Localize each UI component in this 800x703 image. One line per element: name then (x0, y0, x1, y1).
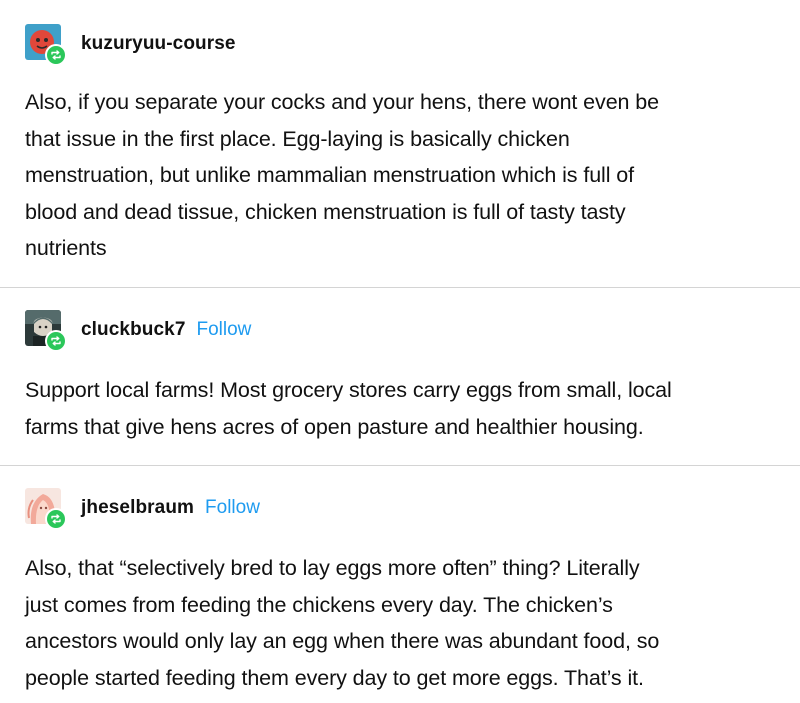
follow-button[interactable]: Follow (197, 319, 252, 341)
username[interactable]: kuzuryuu-course (81, 33, 236, 55)
post-header: kuzuryuu-course (25, 24, 236, 66)
post-jheselbraum: jheselbraum Follow Also, that “selective… (0, 466, 800, 703)
post-line: menstruation, but unlike mammalian menst… (25, 163, 635, 187)
reblog-icon (45, 330, 67, 352)
follow-button[interactable]: Follow (205, 497, 260, 519)
post-header: cluckbuck7 Follow (25, 310, 252, 352)
username[interactable]: cluckbuck7 (81, 319, 186, 341)
post-line: Also, if you separate your cocks and you… (25, 90, 659, 114)
post-body: Also, if you separate your cocks and you… (25, 84, 785, 267)
avatar[interactable] (25, 310, 67, 352)
post-line: ancestors would only lay an egg when the… (25, 629, 660, 653)
avatar[interactable] (25, 488, 67, 530)
post-body: Also, that “selectively bred to lay eggs… (25, 550, 785, 696)
post-line: that issue in the first place. Egg-layin… (25, 126, 570, 151)
avatar[interactable] (25, 24, 67, 66)
post-line: Support local farms! Most grocery stores… (25, 378, 672, 402)
reblog-icon (45, 508, 67, 530)
post-line: farms that give hens acres of open pastu… (25, 414, 644, 439)
post-line: people started feeding them every day to… (25, 665, 644, 690)
reblog-icon (45, 44, 67, 66)
post-line: blood and dead tissue, chicken menstruat… (25, 199, 626, 224)
post-line: just comes from feeding the chickens eve… (25, 592, 613, 617)
username[interactable]: jheselbraum (81, 497, 194, 519)
post-body: Support local farms! Most grocery stores… (25, 372, 785, 445)
post-line: Also, that “selectively bred to lay eggs… (25, 556, 640, 580)
post-cluckbuck7: cluckbuck7 Follow Support local farms! M… (0, 288, 800, 466)
post-kuzuryuu-course: kuzuryuu-course Also, if you separate yo… (0, 0, 800, 288)
post-header: jheselbraum Follow (25, 488, 260, 530)
post-line: nutrients (25, 236, 107, 260)
